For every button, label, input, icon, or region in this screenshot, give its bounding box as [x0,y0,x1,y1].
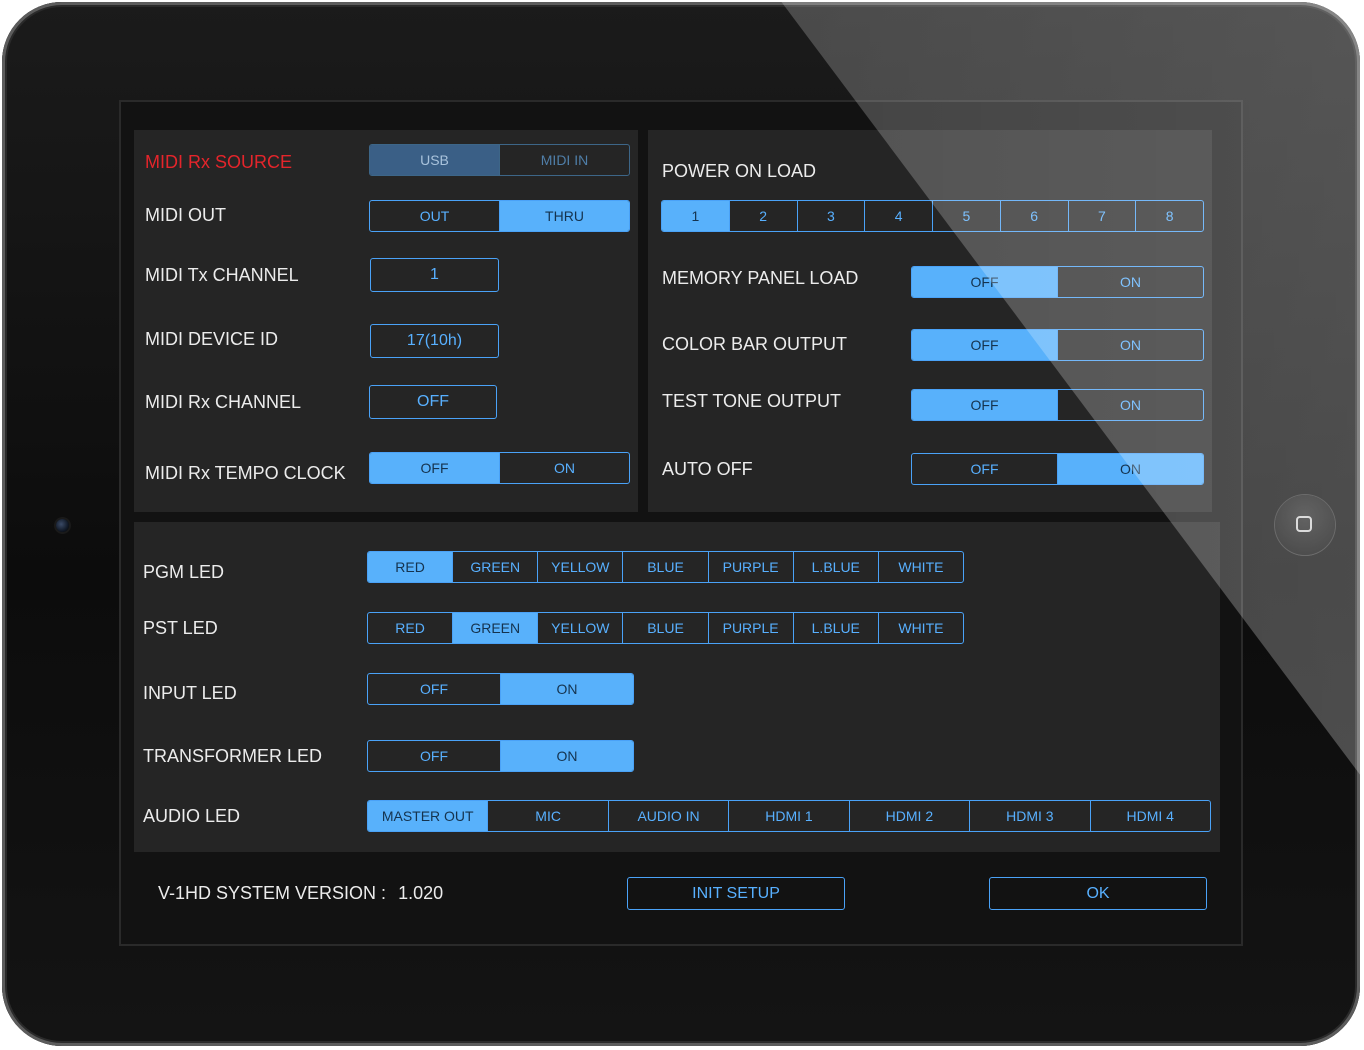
power-on-load-option-4[interactable]: 4 [864,201,932,231]
pgm-led-option-l-blue[interactable]: L.BLUE [792,552,878,582]
home-square-icon [1296,516,1312,532]
memory-panel-load-selector: OFF ON [911,266,1204,298]
midi-out-label: MIDI OUT [145,205,226,225]
auto-off-option-off[interactable]: OFF [912,454,1057,484]
audio-led-option-audio-in[interactable]: AUDIO IN [607,801,728,831]
pst-led-option-red[interactable]: RED [368,613,452,643]
pgm-led-option-white[interactable]: WHITE [877,552,963,582]
memory-panel-load-option-on[interactable]: ON [1057,267,1203,297]
audio-led-option-hdmi-3[interactable]: HDMI 3 [969,801,1089,831]
ok-button[interactable]: OK [989,877,1207,910]
midi-out-option-thru[interactable]: THRU [499,201,629,231]
audio-led-label: AUDIO LED [143,806,241,826]
pst-led-selector: RED GREEN YELLOW BLUE PURPLE L.BLUE WHITE [367,612,964,644]
pgm-led-option-green[interactable]: GREEN [452,552,537,582]
midi-out-option-out[interactable]: OUT [370,201,499,231]
test-tone-output-selector: OFF ON [911,389,1204,421]
audio-led-option-hdmi-4[interactable]: HDMI 4 [1089,801,1210,831]
test-tone-output-option-off[interactable]: OFF [912,390,1057,420]
midi-tx-channel-label: MIDI Tx CHANNEL [145,265,299,285]
test-tone-output-option-on[interactable]: ON [1057,390,1203,420]
transformer-led-selector: OFF ON [367,740,634,772]
power-on-load-option-5[interactable]: 5 [932,201,1000,231]
power-on-load-option-3[interactable]: 3 [796,201,865,231]
midi-rx-tempo-clock-option-off[interactable]: OFF [370,453,499,483]
pst-led-option-green[interactable]: GREEN [452,613,538,643]
home-button[interactable] [1275,495,1335,555]
camera-icon [56,519,69,532]
midi-rx-channel-value[interactable]: OFF [369,385,497,419]
midi-rx-channel-label: MIDI Rx CHANNEL [145,392,302,412]
pgm-led-label: PGM LED [143,562,225,582]
midi-rx-source-option-usb[interactable]: USB [370,145,499,175]
power-on-load-label: POWER ON LOAD [662,161,817,181]
test-tone-output-label: TEST TONE OUTPUT [662,391,842,411]
transformer-led-option-off[interactable]: OFF [368,741,500,771]
midi-rx-tempo-clock-option-on[interactable]: ON [499,453,629,483]
input-led-label: INPUT LED [143,683,237,703]
audio-led-selector: MASTER OUT MIC AUDIO IN HDMI 1 HDMI 2 HDMI 3H… [367,800,1211,832]
audio-led-option-mic[interactable]: MIC [487,801,607,831]
pgm-led-option-yellow[interactable]: YELLOW [537,552,622,582]
power-on-load-option-6[interactable]: 6 [999,201,1068,231]
version-label: V-1HD SYSTEM VERSION : [158,883,387,903]
pgm-led-option-red[interactable]: RED [368,552,453,582]
pgm-led-option-blue[interactable]: BLUE [622,552,707,582]
pst-led-option-purple[interactable]: PURPLE [707,613,793,643]
audio-led-option-hdmi-2[interactable]: HDMI 2 [848,801,969,831]
led-panel: PGM LED RED GREEN YELLOW BLUE PURPLE L.BLUE WH… [134,522,1220,852]
pst-led-label: PST LED [143,618,218,638]
audio-led-option-hdmi-1[interactable]: HDMI 1 [728,801,848,831]
midi-rx-source-selector: USB MIDI IN [369,144,630,176]
midi-rx-tempo-clock-selector: OFF ON [369,452,630,484]
color-bar-output-option-on[interactable]: ON [1057,330,1203,360]
pst-led-option-l-blue[interactable]: L.BLUE [792,613,878,643]
midi-tx-channel-value[interactable]: 1 [370,258,499,292]
input-led-option-off[interactable]: OFF [368,674,500,704]
memory-panel-load-option-off[interactable]: OFF [912,267,1057,297]
auto-off-label: AUTO OFF [662,459,753,479]
color-bar-output-selector: OFF ON [911,329,1204,361]
color-bar-output-option-off[interactable]: OFF [912,330,1057,360]
system-panel: POWER ON LOAD 12345678 MEMORY PANEL LOAD… [648,130,1212,512]
power-on-load-option-2[interactable]: 2 [728,201,797,231]
power-on-load-selector: 12345678 [661,200,1204,232]
transformer-led-option-on[interactable]: ON [500,741,633,771]
pgm-led-option-purple[interactable]: PURPLE [707,552,793,582]
input-led-selector: OFF ON [367,673,634,705]
midi-panel: MIDI Rx SOURCE USB MIDI IN MIDI OUT OUT TH… [134,130,638,512]
midi-out-selector: OUT THRU [369,200,630,232]
init-setup-button[interactable]: INIT SETUP [627,877,845,910]
pgm-led-selector: RED GREEN YELLOW BLUE PURPLE L.BLUE WHITE [367,551,964,583]
version-value: 1.020 [398,883,444,903]
auto-off-option-on[interactable]: ON [1057,454,1203,484]
pst-led-option-blue[interactable]: BLUE [622,613,707,643]
settings-screen: MIDI Rx SOURCE USB MIDI IN MIDI OUT OUT TH… [121,102,1241,944]
pst-led-option-white[interactable]: WHITE [877,613,963,643]
pst-led-option-yellow[interactable]: YELLOW [537,613,622,643]
power-on-load-option-1[interactable]: 1 [662,201,729,231]
midi-rx-source-label: MIDI Rx SOURCE [145,152,293,172]
system-version: V-1HD SYSTEM VERSION : 1.020 [158,883,455,904]
color-bar-output-label: COLOR BAR OUTPUT [662,334,848,354]
midi-device-id-label: MIDI DEVICE ID [145,329,279,349]
midi-rx-source-option-midi-in[interactable]: MIDI IN [499,145,629,175]
midi-rx-tempo-clock-label: MIDI Rx TEMPO CLOCK [145,463,346,483]
auto-off-selector: OFF ON [911,453,1204,485]
power-on-load-option-7[interactable]: 7 [1067,201,1136,231]
transformer-led-label: TRANSFORMER LED [143,746,323,766]
power-on-load-option-8[interactable]: 8 [1135,201,1203,231]
audio-led-option-master-out[interactable]: MASTER OUT [368,801,488,831]
midi-device-id-value[interactable]: 17(10h) [370,324,499,358]
input-led-option-on[interactable]: ON [500,674,633,704]
memory-panel-load-label: MEMORY PANEL LOAD [662,268,859,288]
